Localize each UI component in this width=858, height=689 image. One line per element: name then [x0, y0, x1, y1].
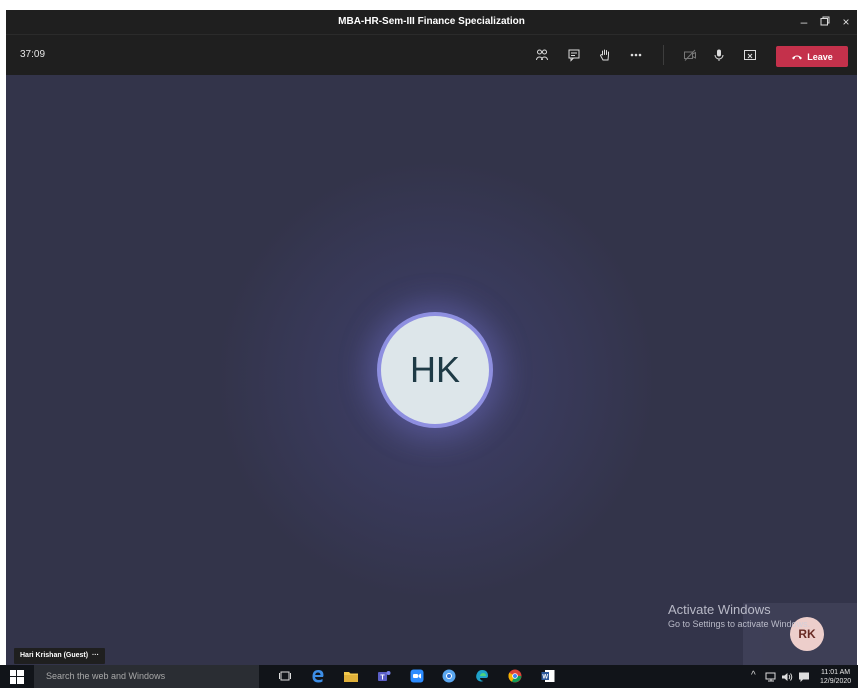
start-button[interactable]: [10, 670, 24, 684]
zoom-icon[interactable]: [409, 668, 425, 684]
maximize-button[interactable]: [814, 13, 836, 31]
share-tray-button[interactable]: [739, 45, 761, 65]
participants-button[interactable]: [531, 45, 553, 65]
chat-button[interactable]: [563, 45, 585, 65]
file-explorer-icon[interactable]: [343, 668, 359, 684]
microphone-icon: [714, 49, 724, 61]
volume-icon[interactable]: [779, 669, 795, 685]
teams-meeting-window: MBA-HR-Sem-III Finance Specialization – …: [6, 10, 857, 665]
more-icon: ···: [90, 652, 99, 659]
more-options-button[interactable]: [625, 45, 647, 65]
edge-legacy-icon[interactable]: [310, 668, 326, 684]
video-stage: HK RK Activate Windows Go to Settings to…: [6, 75, 857, 665]
participant-avatar[interactable]: HK: [381, 316, 489, 424]
leave-button[interactable]: Leave: [776, 46, 848, 67]
teams-icon[interactable]: T: [376, 668, 392, 684]
chat-icon: [568, 49, 580, 62]
raise-hand-button[interactable]: [594, 45, 616, 65]
clock-date: 12/9/2020: [820, 678, 852, 685]
watermark-title: Activate Windows: [668, 602, 771, 617]
minimize-button[interactable]: –: [793, 13, 815, 31]
chevron-up-icon[interactable]: ^: [751, 670, 756, 681]
more-icon: [630, 53, 642, 57]
meeting-controls: 37:09 Leave: [6, 34, 857, 75]
network-icon[interactable]: [763, 669, 779, 685]
meeting-timer: 37:09: [20, 49, 46, 60]
edge-chromium-icon[interactable]: [474, 668, 490, 684]
leave-label: Leave: [807, 51, 833, 62]
camera-off-icon: [684, 49, 696, 61]
activate-windows-watermark: Activate Windows Go to Settings to activ…: [668, 602, 810, 629]
task-view-icon[interactable]: [277, 668, 293, 684]
chromium-icon[interactable]: [441, 668, 457, 684]
notification-icon[interactable]: [796, 669, 812, 685]
hang-up-icon: [792, 55, 803, 59]
toolbar-divider: [663, 45, 664, 65]
participant-name-tag[interactable]: Hari Krishan (Guest) ···: [14, 648, 105, 664]
taskbar-search[interactable]: Search the web and Windows: [34, 665, 259, 688]
svg-text:T: T: [380, 675, 385, 682]
mic-button[interactable]: [708, 45, 730, 65]
window-title: MBA-HR-Sem-III Finance Specialization: [338, 16, 525, 27]
people-icon: [536, 49, 548, 61]
watermark-subtitle: Go to Settings to activate Windows.: [668, 619, 811, 629]
taskbar-clock[interactable]: 11:01 AM 12/9/2020: [820, 668, 851, 686]
participant-name: Hari Krishan (Guest): [20, 652, 89, 659]
clock-time: 11:01 AM: [821, 669, 851, 676]
camera-button[interactable]: [679, 45, 701, 65]
chrome-icon[interactable]: [507, 668, 523, 684]
hand-icon: [599, 49, 609, 61]
close-button[interactable]: ×: [835, 13, 857, 31]
restore-icon: [820, 16, 830, 26]
share-screen-icon: [744, 50, 756, 60]
word-icon[interactable]: W: [540, 668, 556, 684]
windows-taskbar: Search the web and Windows T W ^ 11:01 A…: [0, 665, 858, 688]
windows-logo-icon: [10, 670, 24, 684]
title-bar: MBA-HR-Sem-III Finance Specialization – …: [6, 10, 857, 34]
svg-text:W: W: [542, 675, 548, 681]
